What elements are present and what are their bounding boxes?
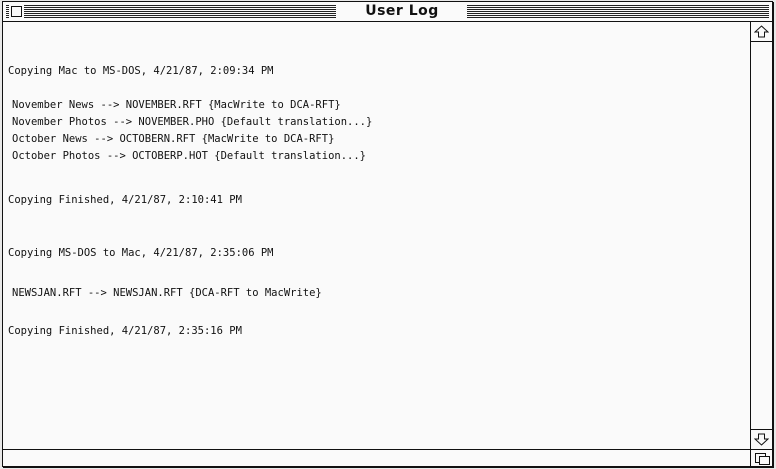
horizontal-scrollbar bbox=[3, 449, 772, 466]
window-title: User Log bbox=[337, 2, 467, 21]
log-line: Copying Finished, 4/21/87, 2:35:16 PM bbox=[8, 325, 242, 337]
close-box-icon[interactable] bbox=[11, 6, 22, 17]
user-log-window: User Log Copying Mac to MS-DOS, 4/21/87,… bbox=[2, 1, 773, 467]
log-line: November News --> NOVEMBER.RFT {MacWrite… bbox=[12, 99, 341, 111]
vertical-scrollbar[interactable] bbox=[750, 22, 772, 449]
scroll-up-button[interactable] bbox=[751, 22, 772, 42]
log-line: October News --> OCTOBERN.RFT {MacWrite … bbox=[12, 133, 335, 145]
grow-box-icon[interactable] bbox=[750, 449, 772, 466]
title-bar[interactable]: User Log bbox=[3, 2, 772, 22]
log-text-area[interactable]: Copying Mac to MS-DOS, 4/21/87, 2:09:34 … bbox=[3, 22, 750, 449]
scroll-down-button[interactable] bbox=[751, 429, 772, 449]
log-line: November Photos --> NOVEMBER.PHO {Defaul… bbox=[12, 116, 373, 128]
log-line: Copying MS-DOS to Mac, 4/21/87, 2:35:06 … bbox=[8, 247, 274, 259]
up-arrow-icon bbox=[754, 25, 769, 38]
log-line: NEWSJAN.RFT --> NEWSJAN.RFT {DCA-RFT to … bbox=[12, 287, 322, 299]
log-line: Copying Finished, 4/21/87, 2:10:41 PM bbox=[8, 194, 242, 206]
down-arrow-icon bbox=[754, 433, 769, 446]
log-line: Copying Mac to MS-DOS, 4/21/87, 2:09:34 … bbox=[8, 65, 274, 77]
title-bar-stripes-left bbox=[6, 5, 336, 18]
title-bar-stripes-right bbox=[465, 5, 769, 18]
log-line: October Photos --> OCTOBERP.HOT {Default… bbox=[12, 150, 367, 162]
